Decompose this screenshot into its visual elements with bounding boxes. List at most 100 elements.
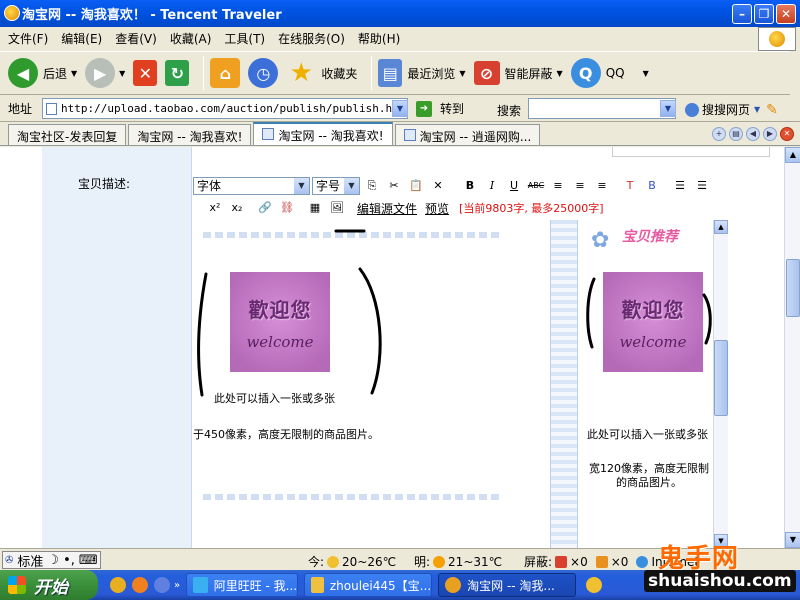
tab-next-icon[interactable]: ▶ xyxy=(763,127,777,141)
page-scroll-up-icon[interactable]: ▲ xyxy=(785,147,800,163)
align-left-icon[interactable]: ≡ xyxy=(548,177,568,195)
quicklaunch-media-icon[interactable] xyxy=(132,577,148,593)
quicklaunch-browser-icon[interactable] xyxy=(110,577,126,593)
align-right-icon[interactable]: ≡ xyxy=(592,177,612,195)
editor-content-area[interactable]: 歡迎您 welcome 此处可以插入一张或多张 于450像素，高度无限制的商品图… xyxy=(193,220,551,548)
italic-button[interactable]: I xyxy=(482,177,502,195)
paste-icon[interactable]: 📋 xyxy=(406,177,426,195)
tab-list-icon[interactable]: ▤ xyxy=(729,127,743,141)
smart-block-button[interactable]: ⊘ 智能屏蔽 ▼ xyxy=(473,55,563,91)
menu-help[interactable]: 帮助(H) xyxy=(358,30,400,47)
insert-link-icon[interactable]: 🔗 xyxy=(255,199,275,217)
menu-tools[interactable]: 工具(T) xyxy=(224,30,265,47)
search-input[interactable] xyxy=(528,98,676,119)
text-color-icon[interactable]: T xyxy=(620,177,640,195)
search-web-button[interactable]: 搜搜网页 ▼ ✎ xyxy=(685,101,778,118)
insert-image-icon[interactable]: 🖼 xyxy=(327,199,347,217)
recent-button[interactable]: ▤ 最近浏览 ▼ xyxy=(378,55,466,91)
menu-edit[interactable]: 编辑(E) xyxy=(61,30,102,47)
tray-ime-icon[interactable] xyxy=(586,577,603,593)
menu-file[interactable]: 文件(F) xyxy=(8,30,48,47)
close-button[interactable]: ✕ xyxy=(776,4,796,24)
task-taobao-browser[interactable]: 淘宝网 -- 淘我... xyxy=(438,573,577,597)
page-scrollbar[interactable]: ▲ ▼ xyxy=(784,147,800,548)
font-size-select[interactable]: 字号 ▼ xyxy=(312,177,360,195)
ime-toolbar[interactable]: ✇ 标准 ☽ •, ⌨ xyxy=(2,551,101,570)
form-label-column: 宝贝描述: xyxy=(42,147,192,548)
go-button[interactable]: ➜ 转到 xyxy=(416,100,464,117)
edit-source-link[interactable]: 编辑源文件 xyxy=(357,200,417,217)
scroll-up-icon[interactable]: ▲ xyxy=(714,220,728,234)
page-content: 宝贝描述: 字体 ▼ 字号 ▼ ⎘ ✂ 📋 ✕ B I U ABC ≡ ≡ ≡ … xyxy=(0,147,784,548)
underline-button[interactable]: U xyxy=(504,177,524,195)
welcome-script: welcome xyxy=(246,332,314,351)
home-button[interactable]: ⌂ xyxy=(210,55,241,91)
search-dropdown-icon[interactable]: ▼ xyxy=(660,100,676,117)
quicklaunch-expand-icon[interactable]: » xyxy=(174,580,180,591)
scroll-thumb[interactable] xyxy=(714,340,728,416)
menu-bar: 文件(F) 编辑(E) 查看(V) 收藏(A) 工具(T) 在线服务(O) 帮助… xyxy=(0,27,800,49)
back-button[interactable]: ◀ 后退 ▼ xyxy=(8,55,77,91)
align-center-icon[interactable]: ≡ xyxy=(570,177,590,195)
bold-button[interactable]: B xyxy=(460,177,480,195)
wave-divider-top xyxy=(203,232,503,238)
task-aliwangwang[interactable]: 阿里旺旺 - 我... xyxy=(186,573,299,597)
welcome-image-small[interactable]: 歡迎您 welcome xyxy=(603,272,703,372)
maximize-button[interactable]: ❐ xyxy=(754,4,774,24)
smart-block-dropdown-icon[interactable]: ▼ xyxy=(557,69,563,78)
bullet-list-icon[interactable]: ☰ xyxy=(692,177,712,195)
minimize-button[interactable]: – xyxy=(732,4,752,24)
menu-view[interactable]: 查看(V) xyxy=(115,30,157,47)
quicklaunch-player-icon[interactable] xyxy=(154,577,170,593)
forward-button[interactable]: ▶ ▼ xyxy=(85,55,125,91)
favorites-label: 收藏夹 xyxy=(321,66,358,81)
start-button[interactable]: 开始 xyxy=(0,570,98,600)
superscript-button[interactable]: x² xyxy=(205,199,225,217)
stop-button[interactable]: ✕ xyxy=(133,55,158,91)
page-scroll-thumb[interactable] xyxy=(786,259,800,317)
menu-online-services[interactable]: 在线服务(O) xyxy=(278,30,345,47)
address-dropdown-icon[interactable]: ▼ xyxy=(392,100,408,117)
ime-keyboard-icon[interactable]: ⌨ xyxy=(77,553,100,568)
task-zhoulei[interactable]: zhoulei445【宝... xyxy=(304,573,433,597)
back-dropdown-icon[interactable]: ▼ xyxy=(71,69,77,78)
tab-taobao-shopping[interactable]: 淘宝网 -- 逍遥网购... xyxy=(394,124,541,145)
tab-prev-icon[interactable]: ◀ xyxy=(746,127,760,141)
menu-favorites[interactable]: 收藏(A) xyxy=(170,30,212,47)
highlight-pen-icon[interactable]: ✎ xyxy=(766,102,778,118)
numbered-list-icon[interactable]: ☰ xyxy=(670,177,690,195)
favorites-button[interactable]: ★ 收藏夹 xyxy=(286,55,358,91)
font-family-select[interactable]: 字体 ▼ xyxy=(193,177,310,195)
tab-taobao-community[interactable]: 淘宝社区-发表回复 xyxy=(8,124,127,145)
address-input[interactable]: http://upload.taobao.com/auction/publish… xyxy=(42,98,408,119)
qq-penguin-icon: Q xyxy=(570,58,601,88)
tab-add-icon[interactable]: + xyxy=(712,127,726,141)
qq-dropdown-icon[interactable]: ▼ xyxy=(643,69,649,78)
background-color-icon[interactable]: B xyxy=(642,177,662,195)
tab-close-icon[interactable]: ✕ xyxy=(780,127,794,141)
ime-half-width-icon[interactable]: ☽ xyxy=(45,553,61,568)
qq-button[interactable]: Q QQ ▼ xyxy=(570,55,649,91)
welcome-image[interactable]: 歡迎您 welcome xyxy=(230,272,330,372)
tab-taobao-active[interactable]: 淘宝网 -- 淘我喜欢! xyxy=(253,122,393,145)
insert-table-icon[interactable]: ▦ xyxy=(305,199,325,217)
strikethrough-button[interactable]: ABC xyxy=(526,177,546,195)
forward-dropdown-icon[interactable]: ▼ xyxy=(119,69,125,78)
preview-link[interactable]: 预览 xyxy=(425,200,449,217)
delete-icon[interactable]: ✕ xyxy=(428,177,448,195)
ime-punctuation-icon[interactable]: •, xyxy=(61,553,77,568)
image-caption-2: 于450像素，高度无限制的商品图片。 xyxy=(193,428,379,441)
subscript-button[interactable]: x₂ xyxy=(227,199,247,217)
ime-mode[interactable]: 标准 xyxy=(15,551,45,570)
refresh-button[interactable]: ↻ xyxy=(165,55,190,91)
title-bar[interactable]: 淘宝网 -- 淘我喜欢！ - Tencent Traveler – ❐ ✕ xyxy=(0,0,800,27)
recent-dropdown-icon[interactable]: ▼ xyxy=(459,69,465,78)
search-web-dropdown-icon[interactable]: ▼ xyxy=(754,105,760,114)
copy-icon[interactable]: ⎘ xyxy=(362,177,382,195)
editor-scrollbar[interactable]: ▲ ▼ xyxy=(713,220,728,548)
remove-link-icon[interactable]: ⛓ xyxy=(277,199,297,217)
tab-taobao-1[interactable]: 淘宝网 -- 淘我喜欢! xyxy=(128,124,252,145)
stop-icon: ✕ xyxy=(133,60,158,86)
history-button[interactable]: ◷ xyxy=(248,55,279,91)
cut-icon[interactable]: ✂ xyxy=(384,177,404,195)
